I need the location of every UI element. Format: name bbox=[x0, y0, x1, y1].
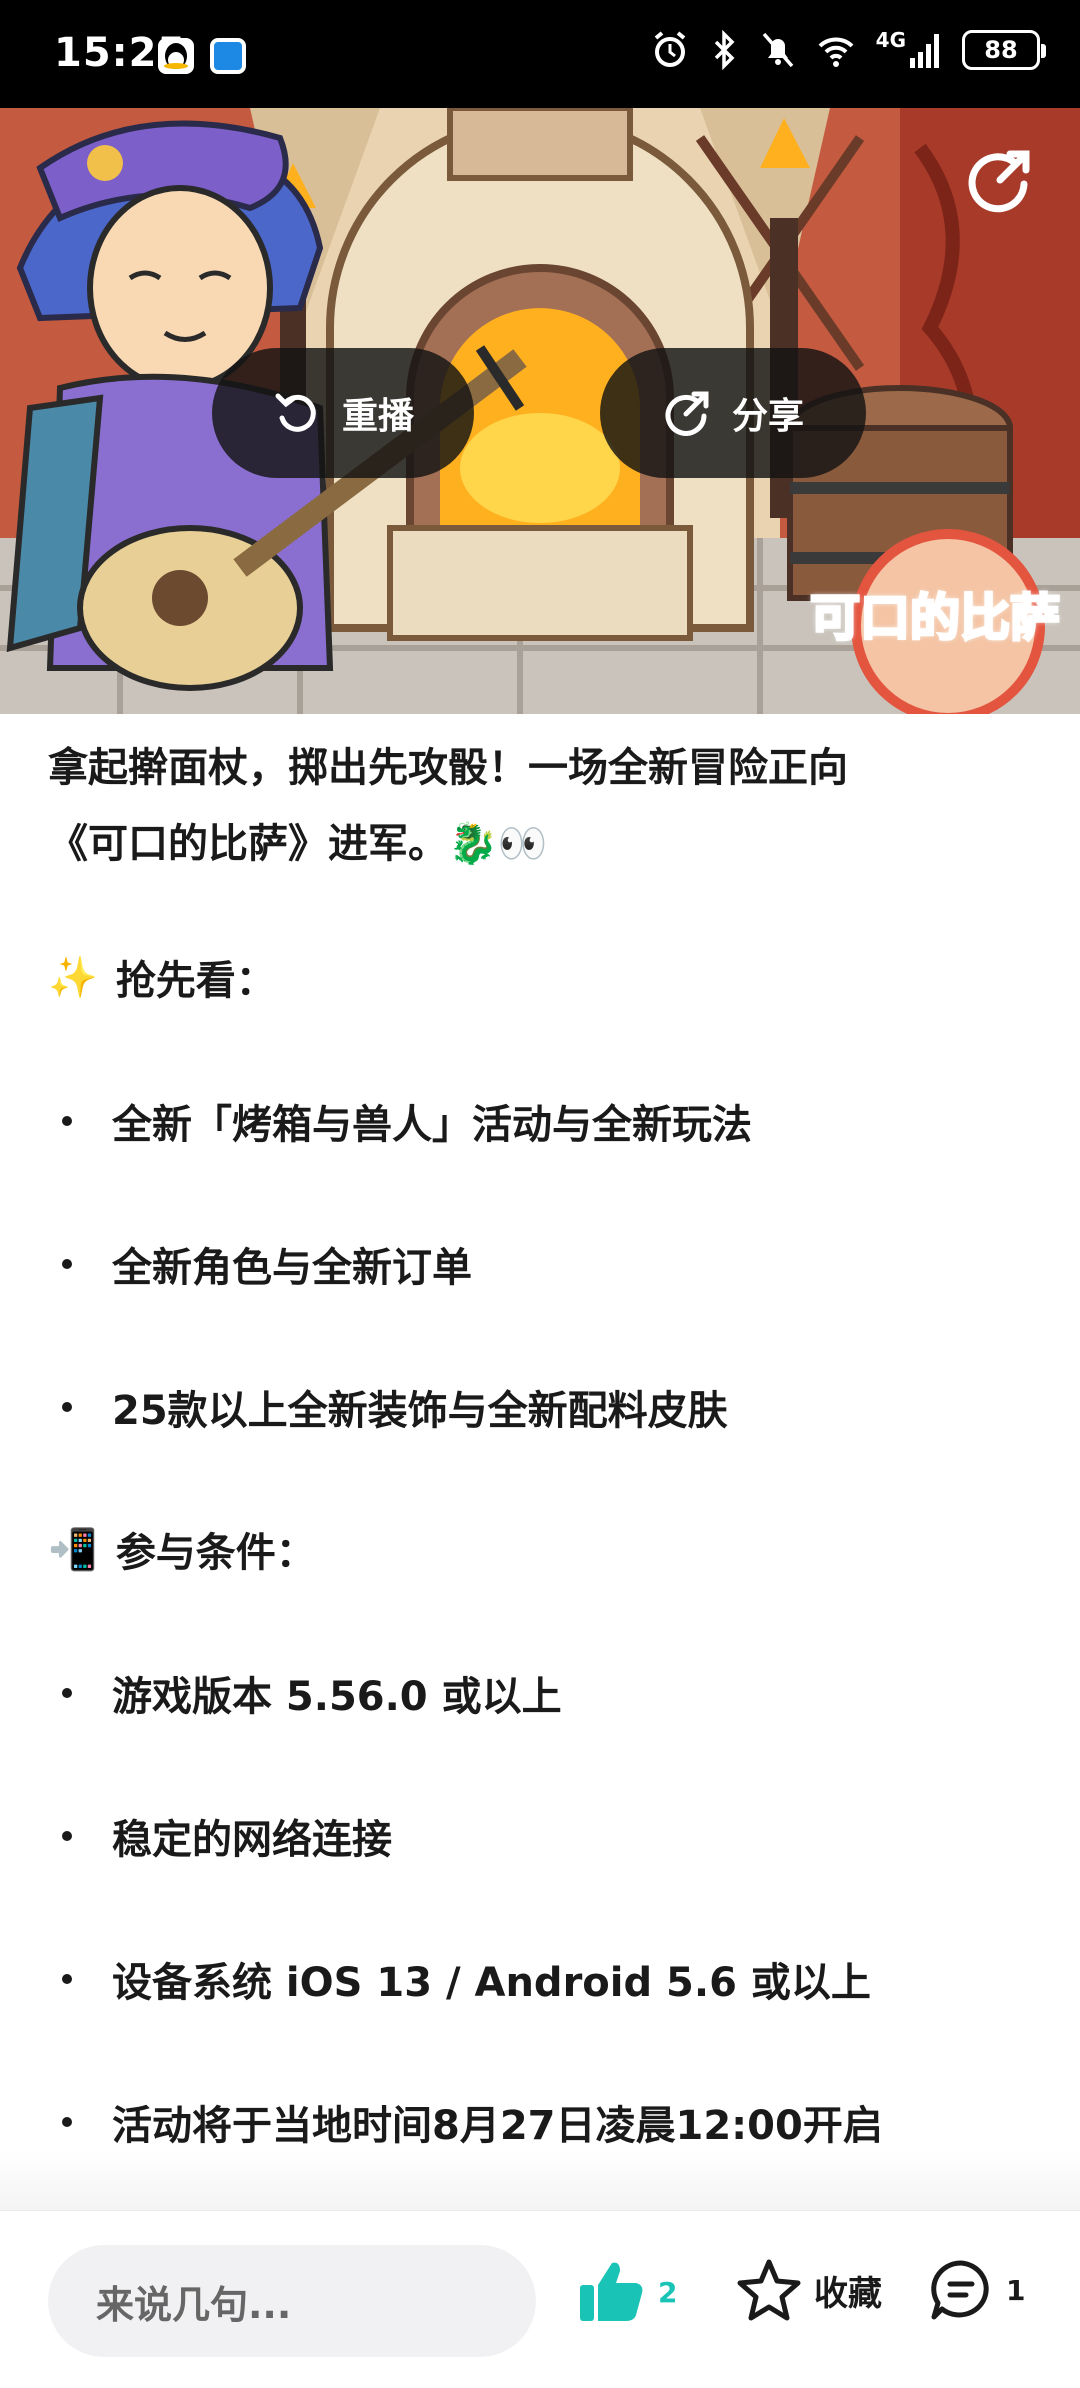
list-item: 全新「烤箱与兽人」活动与全新玩法 bbox=[62, 1092, 752, 1150]
list-item: 稳定的网络连接 bbox=[62, 1807, 392, 1865]
bullet-icon bbox=[62, 2117, 72, 2127]
status-icons: 4G 88 bbox=[652, 28, 1046, 70]
like-count: 2 bbox=[658, 2275, 678, 2309]
bullet-icon bbox=[62, 1974, 72, 1984]
list-item: 25款以上全新装饰与全新配料皮肤 bbox=[62, 1378, 728, 1436]
mobile-arrow-icon: 📲 bbox=[48, 1526, 98, 1573]
list-item: 设备系统 iOS 13 / Android 5.6 或以上 bbox=[62, 1950, 871, 2008]
thumbs-up-icon bbox=[580, 2262, 643, 2321]
mute-icon bbox=[762, 32, 793, 68]
bottom-fade bbox=[0, 2150, 1080, 2210]
post-content: 拿起擀面杖，掷出先攻骰！一场全新冒险正向 《可口的比萨》进军。🐉👀 ✨ 抢先看：… bbox=[48, 730, 1038, 2149]
battery-icon: 88 bbox=[962, 30, 1046, 70]
share-button[interactable]: 分享 bbox=[600, 348, 866, 478]
bluetooth-icon bbox=[714, 30, 735, 70]
corner-share-icon[interactable] bbox=[966, 144, 1036, 214]
collect-button[interactable]: 收藏 bbox=[736, 2257, 882, 2323]
video-banner[interactable]: 重播 分享 可口的比萨 bbox=[0, 108, 1080, 714]
replay-button[interactable]: 重播 bbox=[212, 348, 474, 478]
battery-level: 88 bbox=[984, 36, 1018, 64]
comment-placeholder: 来说几句... bbox=[96, 2282, 292, 2327]
like-button[interactable]: 2 bbox=[576, 2257, 677, 2327]
alarm-icon bbox=[654, 31, 685, 67]
intro-line-1: 拿起擀面杖，掷出先攻骰！一场全新冒险正向 bbox=[48, 745, 848, 791]
list-item: 活动将于当地时间8月27日凌晨12:00开启 bbox=[62, 2093, 883, 2151]
replay-label: 重播 bbox=[341, 396, 414, 437]
list-item-text: 全新角色与全新订单 bbox=[112, 1245, 472, 1291]
comment-count: 1 bbox=[1006, 2273, 1026, 2307]
network-type-label: 4G bbox=[875, 28, 906, 52]
status-bar: 15:25 4G 88 bbox=[0, 0, 1080, 108]
list-item-text: 25款以上全新装饰与全新配料皮肤 bbox=[112, 1388, 728, 1434]
signal-icon bbox=[910, 34, 939, 68]
browser-icon bbox=[210, 38, 246, 74]
list-item-text: 稳定的网络连接 bbox=[112, 1817, 392, 1863]
qq-icon bbox=[158, 38, 194, 74]
sparkles-icon: ✨ bbox=[48, 954, 98, 1001]
comments-button[interactable]: 1 bbox=[928, 2257, 1025, 2323]
game-logo: 可口的比萨 bbox=[809, 588, 1062, 649]
preview-heading-text: 抢先看： bbox=[115, 958, 276, 1004]
list-item-text: 设备系统 iOS 13 / Android 5.6 或以上 bbox=[112, 1960, 871, 2006]
collect-label: 收藏 bbox=[814, 2273, 882, 2314]
bullet-icon bbox=[62, 1402, 72, 1412]
bullet-icon bbox=[62, 1688, 72, 1698]
list-item-text: 全新「烤箱与兽人」活动与全新玩法 bbox=[112, 1102, 752, 1148]
list-item-text: 游戏版本 5.56.0 或以上 bbox=[112, 1674, 562, 1720]
share-icon bbox=[665, 391, 709, 436]
comment-input[interactable]: 来说几句... bbox=[48, 2245, 536, 2357]
comment-icon bbox=[931, 2260, 989, 2320]
share-label: 分享 bbox=[731, 396, 804, 437]
wifi-icon bbox=[818, 37, 854, 67]
intro-line-2: 《可口的比萨》进军。🐉👀 bbox=[48, 821, 548, 867]
bottom-action-bar: 来说几句... 2 收藏 1 bbox=[0, 2210, 1080, 2388]
bullet-icon bbox=[62, 1116, 72, 1126]
list-item-text: 活动将于当地时间8月27日凌晨12:00开启 bbox=[112, 2103, 883, 2149]
requirements-heading-text: 参与条件： bbox=[115, 1530, 316, 1576]
preview-heading: ✨ 抢先看： bbox=[48, 948, 276, 1006]
replay-icon bbox=[275, 393, 316, 432]
requirements-heading: 📲 参与条件： bbox=[48, 1520, 316, 1578]
star-icon bbox=[737, 2259, 801, 2321]
bullet-icon bbox=[62, 1831, 72, 1841]
bullet-icon bbox=[62, 1259, 72, 1269]
list-item: 游戏版本 5.56.0 或以上 bbox=[62, 1664, 562, 1722]
list-item: 全新角色与全新订单 bbox=[62, 1235, 472, 1293]
